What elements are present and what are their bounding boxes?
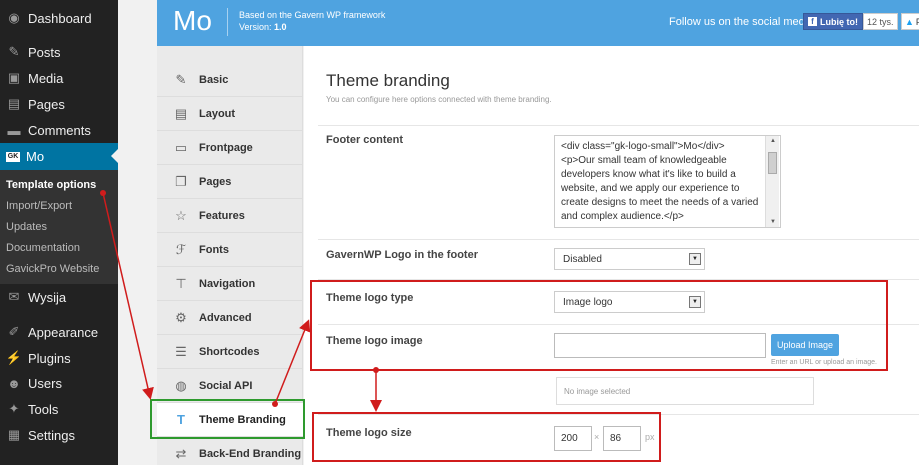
arrow-to-logo-options	[274, 319, 311, 405]
annotation-arrows	[100, 190, 382, 412]
arrow-to-theme-branding	[102, 192, 154, 400]
